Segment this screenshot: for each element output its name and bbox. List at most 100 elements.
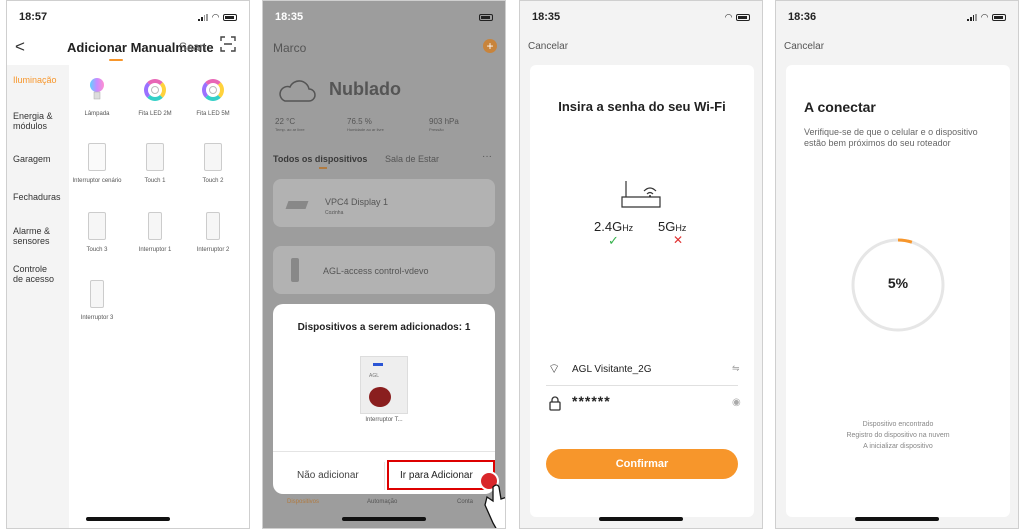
more-icon[interactable]: ···	[482, 151, 492, 162]
signal-icon	[198, 13, 209, 21]
cancel-button[interactable]: Cancelar	[784, 41, 824, 52]
category-fechaduras[interactable]: Fechaduras	[13, 192, 61, 202]
status-bar: 18:35	[275, 10, 493, 24]
device-card-vpc4[interactable]: VPC4 Display 1 Cozinha	[273, 179, 495, 227]
band-5-label: 5G	[658, 219, 676, 234]
wifi-icon: ◠	[981, 11, 988, 22]
touch-switch-icon	[204, 143, 222, 171]
add-devices-sheet: Dispositivos a serem adicionados: 1 AGL …	[273, 304, 495, 494]
divider	[546, 385, 738, 386]
screen-connecting: 18:36 ◠ Cancelar A conectar Verifique-se…	[775, 0, 1019, 529]
battery-icon	[992, 13, 1006, 21]
tab-automation[interactable]: Automação	[367, 499, 397, 505]
tab-scan[interactable]: Scan	[179, 40, 206, 54]
status-bar: 18:57 ◠	[19, 10, 237, 24]
cross-icon: ✕	[673, 233, 684, 247]
add-icon[interactable]: +	[483, 39, 497, 53]
battery-icon	[736, 13, 750, 21]
device-label: Interruptor 2	[196, 247, 230, 253]
category-controle[interactable]: Controle de acesso	[13, 264, 57, 284]
touch-switch-icon	[146, 143, 164, 171]
device-touch-2[interactable]: Touch 2	[185, 140, 241, 185]
device-label: Fita LED 2M	[138, 111, 172, 117]
device-interruptor-cenario[interactable]: Interruptor cenário	[69, 140, 125, 185]
active-tab-indicator	[319, 167, 327, 169]
home-indicator	[599, 517, 683, 521]
access-control-icon	[291, 258, 299, 282]
connecting-panel: A conectar Verifique-se de que o celular…	[786, 65, 1010, 517]
led-strip-icon	[202, 79, 224, 101]
device-fita-5m[interactable]: Fita LED 5M	[185, 73, 241, 118]
stat-temp: 22 °C	[275, 117, 296, 126]
page-title: A conectar	[804, 99, 876, 115]
device-interruptor-3[interactable]: Interruptor 3	[69, 277, 125, 322]
status-time: 18:57	[19, 11, 48, 23]
device-label: Interruptor 1	[138, 247, 172, 253]
device-touch-3[interactable]: Touch 3	[69, 209, 125, 254]
device-label: Touch 2	[202, 178, 224, 184]
tab-devices[interactable]: Dispositivos	[287, 499, 319, 505]
screen-home-add-device: 18:35 Marco + Nublado 22 °C Temp. ao ar …	[262, 0, 506, 529]
stat-pressure-label: Pressão	[429, 127, 444, 132]
scene-switch-icon	[88, 143, 106, 171]
step-found: Dispositivo encontrado	[862, 421, 934, 428]
stat-humidity-label: Humidade ao ar livre	[347, 127, 384, 132]
stat-pressure: 903 hPa	[429, 117, 459, 126]
stat-humidity: 76.5 %	[347, 117, 372, 126]
category-alarme[interactable]: Alarme & sensores	[13, 226, 63, 246]
router-icon	[621, 181, 661, 208]
wifi-panel: Insira a senha do seu Wi-Fi 2.4GHz 5GHz …	[530, 65, 754, 517]
dont-add-button[interactable]: Não adicionar	[297, 470, 359, 481]
device-interruptor-1[interactable]: Interruptor 1	[127, 209, 183, 254]
device-interruptor-2[interactable]: Interruptor 2	[185, 209, 241, 254]
eye-icon[interactable]: ◉	[732, 397, 741, 408]
password-field[interactable]: ******	[572, 393, 611, 409]
wifi-icon: ◠	[212, 11, 219, 22]
brand-logo: AGL	[369, 373, 380, 379]
band-unit: Hz	[675, 223, 687, 233]
led-icon	[373, 363, 383, 366]
screen-add-manually: 18:57 ◠ < Adicionar Manualmente Scan Ilu…	[6, 0, 250, 529]
back-icon[interactable]: <	[15, 37, 25, 57]
scan-icon[interactable]	[220, 36, 236, 52]
wifi-icon: ◠	[725, 11, 732, 22]
status-time: 18:35	[532, 11, 561, 23]
device-label: Lâmpada	[84, 111, 110, 117]
home-selector[interactable]: Marco	[273, 41, 306, 55]
divider	[273, 451, 495, 452]
ssid-field[interactable]: AGL Visitante_2G	[572, 364, 652, 375]
category-sidebar: Iluminação Energia & módulos Garagem Fec…	[7, 65, 69, 528]
device-image: AGL	[360, 356, 408, 414]
signal-icon	[967, 13, 978, 21]
switch-network-icon[interactable]: ⇋	[732, 363, 740, 374]
switch-icon	[206, 212, 220, 240]
button-icon	[369, 387, 391, 407]
progress-label: 5%	[887, 275, 909, 291]
category-garagem[interactable]: Garagem	[13, 154, 51, 164]
touch-switch-icon	[88, 212, 106, 240]
category-iluminacao[interactable]: Iluminação	[13, 75, 57, 85]
sheet-title: Dispositivos a serem adicionados: 1	[297, 322, 471, 333]
active-tab-indicator	[109, 59, 123, 61]
stat-temp-label: Temp. ao ar livre	[275, 127, 305, 132]
category-energia[interactable]: Energia & módulos	[13, 111, 59, 131]
divider	[384, 462, 385, 490]
status-bar: 18:36 ◠	[788, 10, 1006, 24]
device-card-access[interactable]: AGL-access control-vdevo	[273, 246, 495, 294]
device-fita-2m[interactable]: Fita LED 2M	[127, 73, 183, 118]
confirm-button[interactable]: Confirmar	[546, 449, 738, 479]
device-label: Touch 3	[86, 247, 108, 253]
tab-room[interactable]: Sala de Estar	[385, 154, 439, 164]
device-room: Cozinha	[325, 210, 344, 216]
led-strip-icon	[144, 79, 166, 101]
go-to-add-button[interactable]: Ir para Adicionar	[400, 470, 473, 481]
device-lampada[interactable]: Lâmpada	[69, 73, 125, 118]
bulb-icon	[90, 78, 104, 100]
tab-all-devices[interactable]: Todos os dispositivos	[273, 154, 367, 164]
cancel-button[interactable]: Cancelar	[528, 41, 568, 52]
home-indicator	[855, 517, 939, 521]
page-title: Insira a senha do seu Wi-Fi	[558, 99, 726, 114]
switch-icon	[148, 212, 162, 240]
instructions-text: Verifique-se de que o celular e o dispos…	[804, 127, 978, 148]
device-touch-1[interactable]: Touch 1	[127, 140, 183, 185]
